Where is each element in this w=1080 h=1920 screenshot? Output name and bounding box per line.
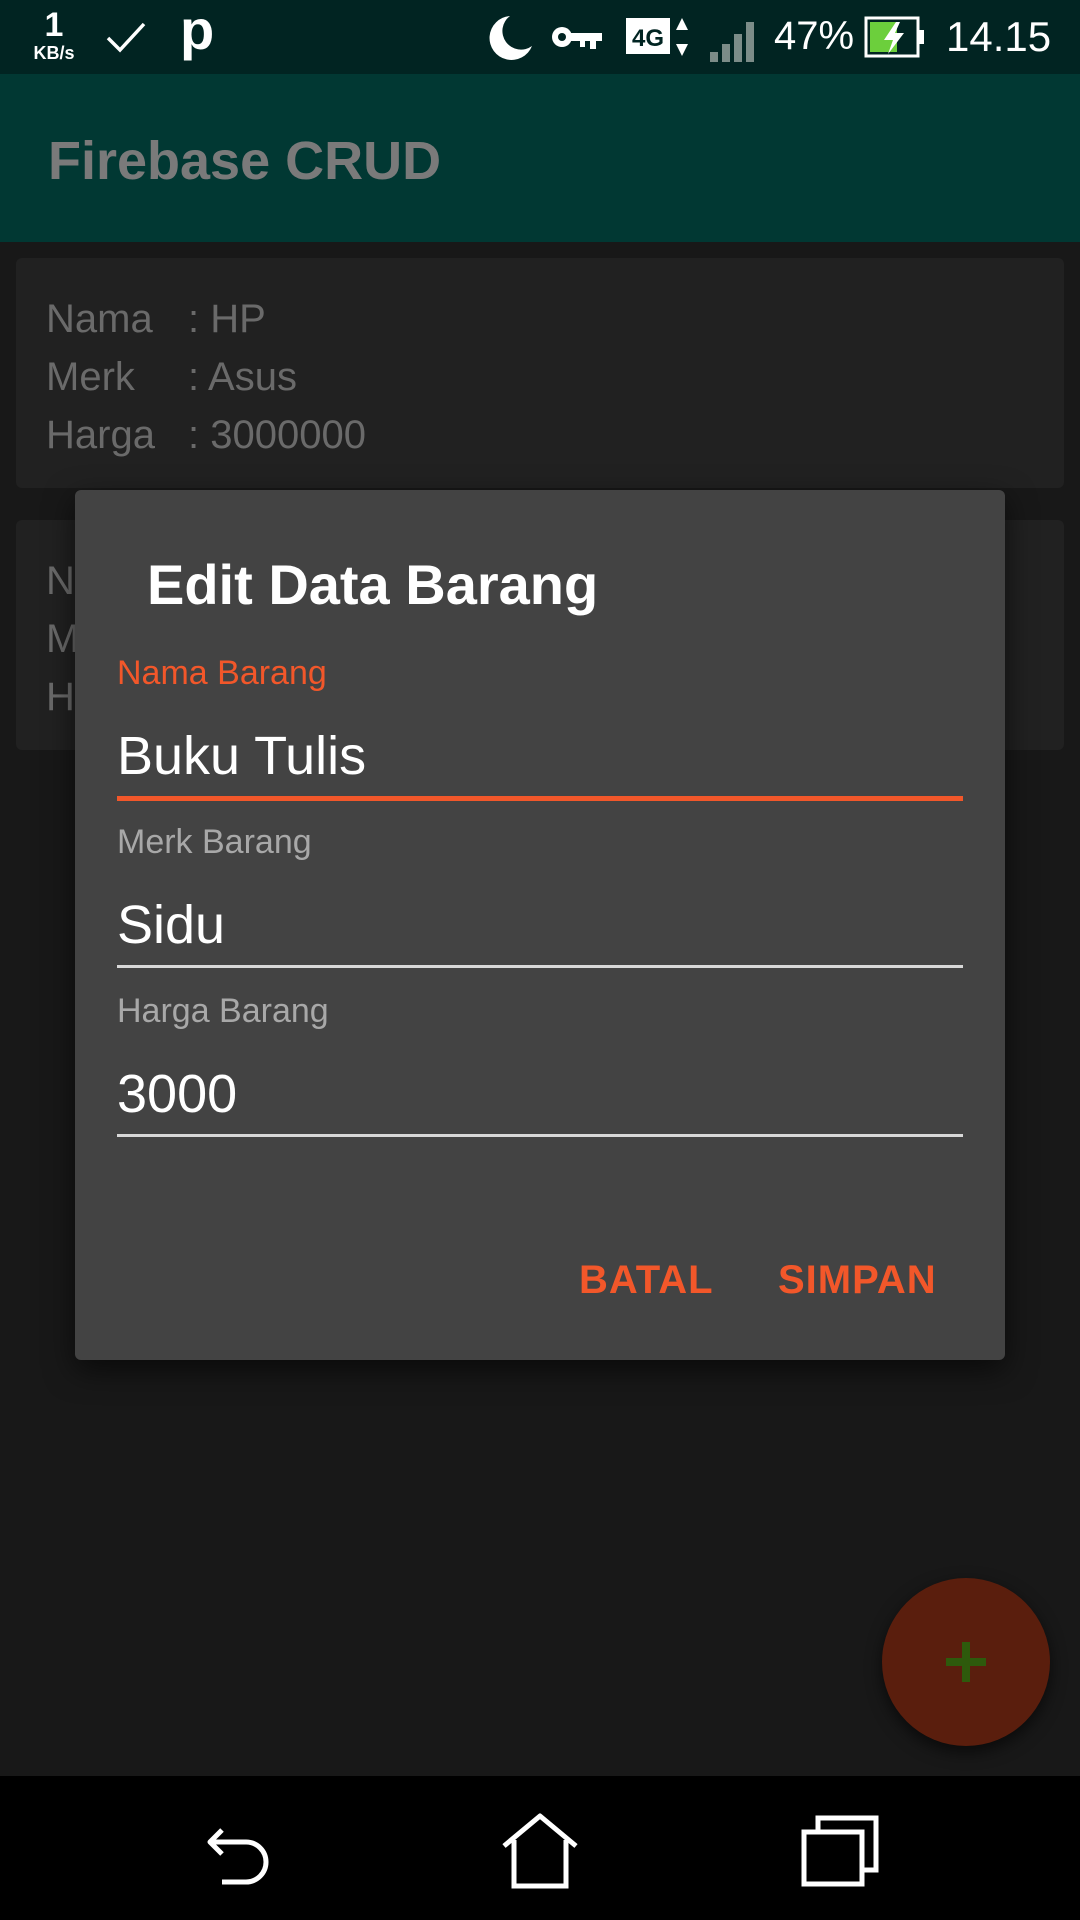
dialog-title: Edit Data Barang: [147, 553, 599, 616]
screen: 1 KB/s p 4G 47% 14.15 Firebase CRUD Nama…: [0, 0, 1080, 1920]
edit-dialog: Edit Data Barang Nama Barang Merk Barang…: [75, 490, 1005, 1360]
moon-icon: [489, 16, 532, 60]
cancel-button[interactable]: BATAL: [579, 1250, 714, 1310]
net-speed-unit: KB/s: [33, 43, 75, 63]
nama-barang-input[interactable]: [117, 716, 963, 796]
p-icon: p: [180, 0, 215, 61]
nama-barang-label: Nama Barang: [117, 654, 327, 692]
merk-barang-underline: [117, 965, 963, 968]
recent-apps-icon[interactable]: [800, 1810, 880, 1890]
save-button[interactable]: SIMPAN: [778, 1250, 937, 1310]
vpn-key-icon: [552, 27, 602, 49]
net-speed-indicator: 1 KB/s: [26, 8, 82, 62]
harga-barang-label: Harga Barang: [117, 992, 329, 1030]
battery-percent: 47%: [774, 14, 855, 58]
merk-barang-label: Merk Barang: [117, 823, 312, 861]
battery-charging-icon: [864, 16, 924, 58]
navigation-bar: [0, 1776, 1080, 1920]
nama-barang-underline: [117, 796, 963, 801]
check-icon: [106, 22, 146, 53]
status-bar: 1 KB/s p 4G 47% 14.15: [0, 0, 1080, 74]
back-icon[interactable]: [200, 1810, 280, 1890]
clock: 14.15: [946, 13, 1052, 60]
net-speed-value: 1: [44, 6, 64, 44]
network-4g-icon: 4G: [626, 18, 688, 56]
network-type-text: 4G: [632, 25, 664, 52]
merk-barang-input[interactable]: [117, 885, 963, 965]
harga-barang-input[interactable]: [117, 1054, 963, 1134]
signal-icon: [710, 22, 754, 62]
harga-barang-underline: [117, 1134, 963, 1137]
home-icon[interactable]: [500, 1810, 580, 1890]
